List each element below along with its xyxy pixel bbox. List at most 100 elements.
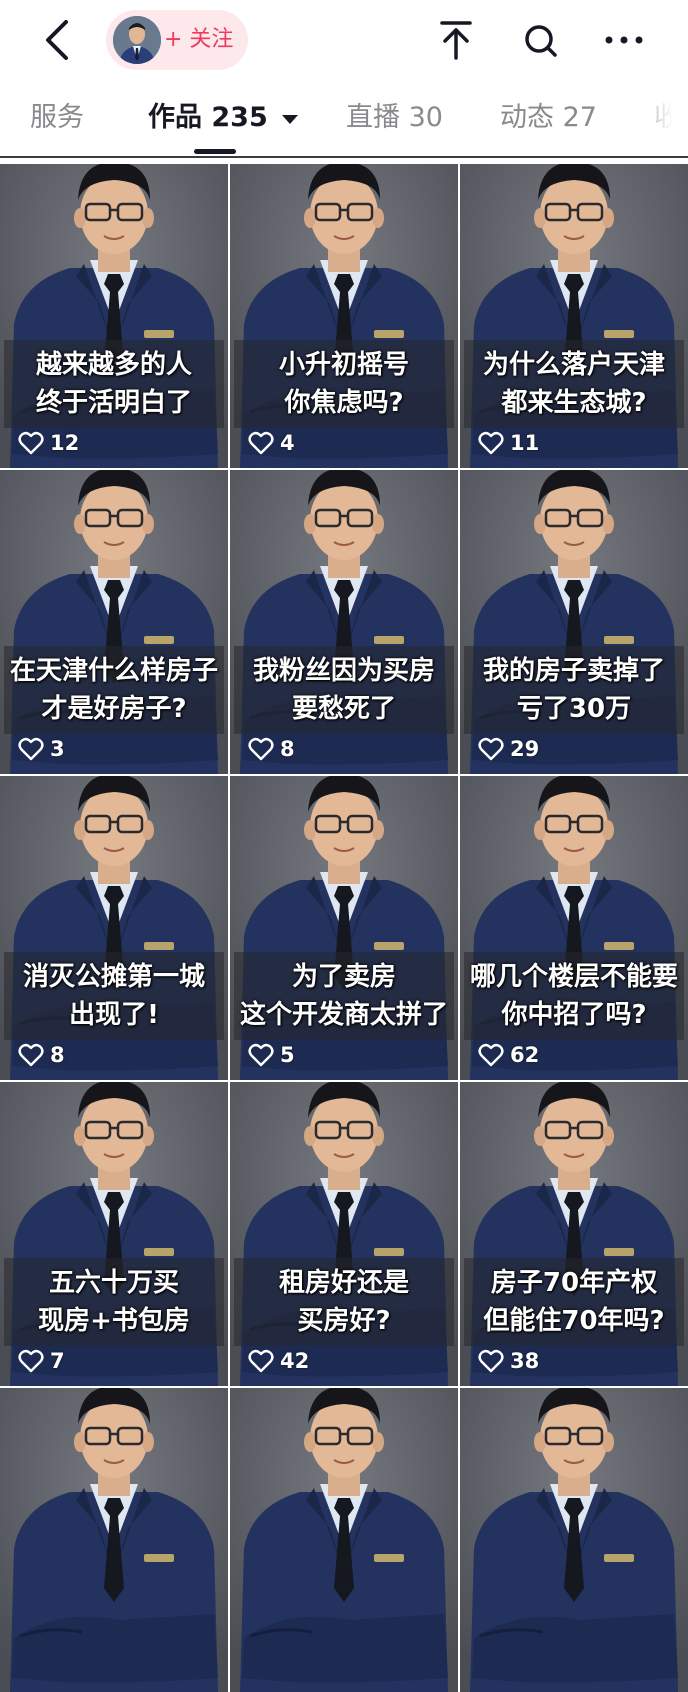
like-count: 29	[510, 737, 540, 761]
search-button[interactable]	[516, 16, 564, 64]
like-count-group: 7	[18, 1347, 65, 1375]
heart-icon	[478, 737, 504, 761]
video-thumbnail	[230, 1388, 458, 1692]
video-tile[interactable]: 五六十万买现房+书包房 7	[0, 1082, 228, 1386]
like-count-group: 11	[478, 429, 539, 457]
caption-line: 但能住70年吗?	[483, 1306, 665, 1336]
like-count-group: 42	[248, 1347, 309, 1375]
video-tile[interactable]: 租房好还是买房好? 42	[230, 1082, 458, 1386]
like-count-group: 8	[248, 735, 295, 763]
caret-down-icon	[282, 114, 299, 124]
video-caption: 为了卖房 这个开发商太拼了	[234, 952, 454, 1040]
like-count: 4	[280, 431, 295, 455]
video-caption: 我的房子卖掉了 亏了30万	[464, 646, 684, 734]
video-tile[interactable]: 为什么落户天津 都来生态城? 11	[460, 164, 688, 468]
video-tile[interactable]: 消灭公摊第一城 出现了! 8	[0, 776, 228, 1080]
tab-live[interactable]: 直播 30	[346, 100, 443, 136]
video-tile[interactable]: 为了卖房 这个开发商太拼了 5	[230, 776, 458, 1080]
video-caption: 我粉丝因为买房 要愁死了	[234, 646, 454, 734]
caption-line: 我的房子卖掉了	[482, 656, 665, 686]
caption-line: 为什么落户天津	[482, 350, 665, 380]
avatar[interactable]	[113, 16, 161, 64]
video-tile[interactable]: 我的房子卖掉了 亏了30万 29	[460, 470, 688, 774]
caption-line: 买房好?	[297, 1306, 391, 1336]
caption-line: 都来生态城?	[501, 388, 647, 418]
pin-to-top-icon	[440, 21, 472, 60]
heart-icon	[18, 1349, 44, 1373]
tab-fade	[628, 82, 688, 156]
video-tile[interactable]: 房子70年产权 但能住70年吗? 38	[460, 1082, 688, 1386]
caption-line: 哪几个楼层不能要	[469, 962, 678, 992]
video-caption: 越来越多的人 终于活明白了	[4, 340, 224, 428]
search-icon	[525, 25, 557, 57]
caption-line: 终于活明白了	[35, 388, 192, 418]
heart-icon	[248, 737, 274, 761]
heart-icon	[478, 1043, 504, 1067]
caption-line: 才是好房子?	[41, 694, 187, 724]
caption-line: 要愁死了	[291, 694, 396, 724]
like-count-group: 29	[478, 735, 539, 763]
video-caption: 哪几个楼层不能要 你中招了吗?	[464, 952, 684, 1040]
heart-icon	[478, 1349, 504, 1373]
like-count-group: 62	[478, 1041, 539, 1069]
like-count-group: 5	[248, 1041, 295, 1069]
caption-line: 你焦虑吗?	[284, 388, 404, 418]
video-thumbnail	[0, 1388, 228, 1692]
video-caption: 消灭公摊第一城 出现了!	[4, 952, 224, 1040]
video-caption: 小升初摇号你焦虑吗?	[234, 340, 454, 428]
caption-line: 出现了!	[69, 1000, 159, 1030]
heart-icon	[248, 1043, 274, 1067]
video-tile[interactable]	[230, 1388, 458, 1692]
more-icon	[605, 36, 643, 44]
caption-line: 为了卖房	[291, 962, 396, 992]
heart-icon	[18, 737, 44, 761]
video-tile[interactable]: 我粉丝因为买房 要愁死了 8	[230, 470, 458, 774]
like-count: 62	[510, 1043, 540, 1067]
top-bar: + 关注	[0, 0, 688, 82]
caption-line: 五六十万买	[48, 1268, 179, 1298]
like-count: 42	[280, 1349, 310, 1373]
video-tile[interactable]	[0, 1388, 228, 1692]
more-button[interactable]	[600, 16, 648, 64]
video-caption: 为什么落户天津 都来生态城?	[464, 340, 684, 428]
active-tab-indicator	[194, 149, 236, 154]
tab-moments[interactable]: 动态 27	[500, 100, 597, 136]
like-count: 7	[50, 1349, 65, 1373]
like-count-group: 3	[18, 735, 65, 763]
like-count-group: 38	[478, 1347, 539, 1375]
heart-icon	[248, 1349, 274, 1373]
video-caption: 五六十万买现房+书包房	[4, 1258, 224, 1346]
caption-line: 现房+书包房	[38, 1306, 190, 1336]
back-icon	[46, 20, 68, 60]
like-count: 8	[280, 737, 295, 761]
tab-works-label: 作品 235	[148, 102, 268, 133]
video-grid: 越来越多的人 终于活明白了 12 小升初摇号 你焦虑吗? 4 为什么落户天津 都…	[0, 158, 688, 1692]
video-caption: 在天津什么样房子 才是好房子?	[4, 646, 224, 734]
tab-services[interactable]: 服务	[30, 100, 84, 136]
like-count-group: 8	[18, 1041, 65, 1069]
video-caption: 房子70年产权 但能住70年吗?	[464, 1258, 684, 1346]
heart-icon	[18, 431, 44, 455]
profile-tabs: 服务 作品 235 直播 30 动态 27 收	[0, 82, 688, 156]
like-count: 5	[280, 1043, 295, 1067]
video-tile[interactable]: 在天津什么样房子 才是好房子? 3	[0, 470, 228, 774]
video-tile[interactable]: 越来越多的人 终于活明白了 12	[0, 164, 228, 468]
back-button[interactable]	[36, 16, 80, 64]
heart-icon	[478, 431, 504, 455]
like-count-group: 12	[18, 429, 79, 457]
caption-line: 你中招了吗?	[501, 1000, 647, 1030]
caption-line: 小升初摇号	[278, 350, 409, 380]
follow-button[interactable]: + 关注	[106, 10, 248, 70]
video-tile[interactable]: 小升初摇号你焦虑吗? 4	[230, 164, 458, 468]
heart-icon	[18, 1043, 44, 1067]
caption-line: 我粉丝因为买房	[252, 656, 435, 686]
video-tile[interactable]: 哪几个楼层不能要 你中招了吗? 62	[460, 776, 688, 1080]
video-caption: 租房好还是买房好?	[234, 1258, 454, 1346]
tab-works[interactable]: 作品 235	[148, 100, 299, 136]
video-tile[interactable]	[460, 1388, 688, 1692]
caption-line: 租房好还是	[278, 1268, 409, 1298]
caption-line: 越来越多的人	[35, 350, 192, 380]
caption-line: 消灭公摊第一城	[22, 962, 205, 992]
like-count: 8	[50, 1043, 65, 1067]
pin-to-top-button[interactable]	[432, 16, 480, 64]
